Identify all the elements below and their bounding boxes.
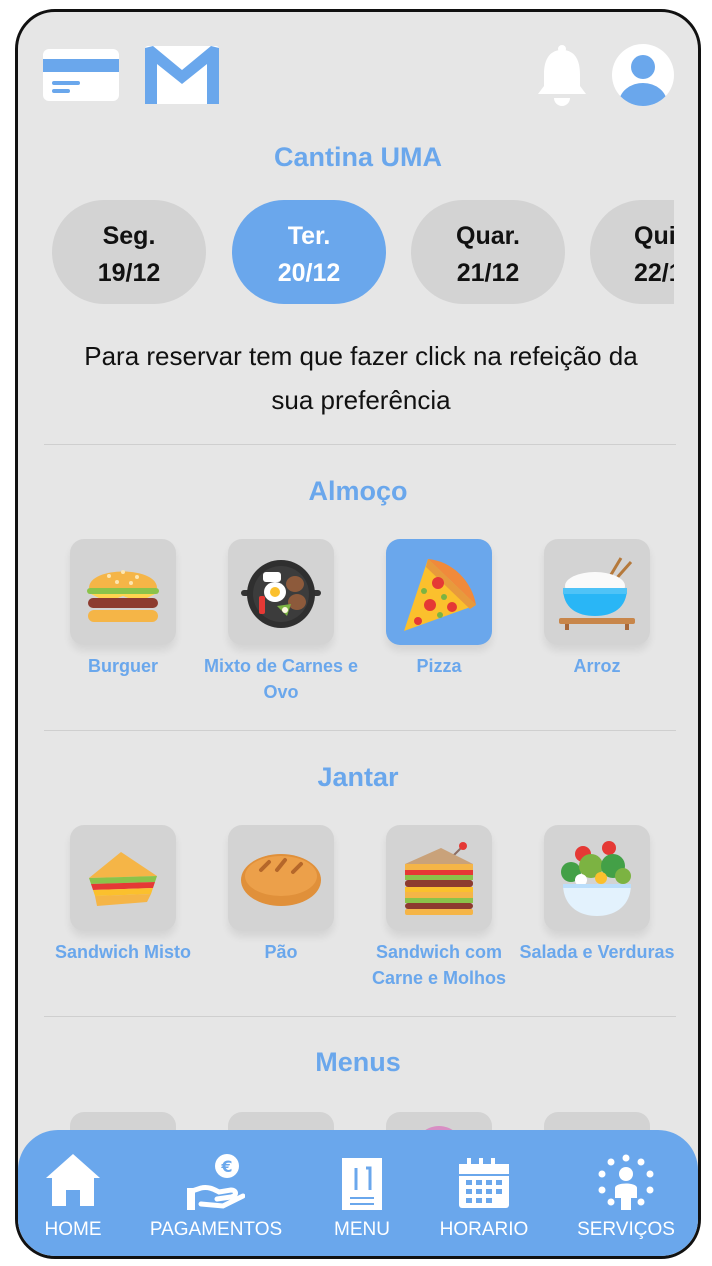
section-title-dinner: Jantar [317,762,399,792]
food-label: Salada e Verduras [519,942,675,962]
food-tile[interactable] [544,825,650,931]
day-name: Quar. [456,222,520,250]
food-item-salada[interactable]: Salada e Verduras [518,825,676,965]
nav-label: HORARIO [439,1219,529,1240]
food-tile[interactable] [228,539,334,645]
day-date: 20/12 [277,259,341,287]
food-item-mixto[interactable]: Mixto de Carnes e Ovo [202,539,360,705]
nav-label: HOME [44,1219,102,1240]
salad-bowl-icon [561,841,631,916]
nav-home[interactable]: HOME [28,1130,118,1256]
svg-text:€: € [220,1157,232,1176]
sandwich-icon [89,852,157,906]
reservation-instructions: Para reservar tem que fazer click na ref… [84,341,638,415]
section-title-lunch: Almoço [308,476,408,506]
food-label: Pão [264,942,298,962]
page-title: Cantina UMA [274,142,442,172]
euro-payment-icon: € [187,1154,245,1210]
home-icon [46,1154,100,1206]
calendar-icon [459,1158,509,1208]
divider [44,444,676,445]
bottom-navigation: HOME € PAGAMENTOS MENU HORARIO SERVIÇOS [18,1130,698,1256]
pizza-slice-icon [404,559,476,631]
avatar-icon[interactable] [611,43,675,107]
divider [44,1016,676,1017]
food-label: Sandwich com Carne e Molhos [371,942,507,988]
food-item-pizza[interactable]: Pizza [360,539,518,679]
day-chip-qui[interactable]: Qui 22/1 [590,200,674,304]
nav-pagamentos[interactable]: € PAGAMENTOS [144,1130,288,1256]
rice-bowl-icon [559,557,635,630]
food-item-pao[interactable]: Pão [202,825,360,965]
nav-horario[interactable]: HORARIO [436,1130,532,1256]
services-person-icon [598,1154,654,1210]
day-name: Seg. [102,222,156,250]
day-date: 21/12 [456,259,520,287]
food-item-sandwich-misto[interactable]: Sandwich Misto [44,825,202,965]
nav-label: MENU [334,1219,390,1240]
food-label: Arroz [573,656,621,676]
nav-servicos[interactable]: SERVIÇOS [574,1130,678,1256]
food-tile[interactable] [228,825,334,931]
nav-label: PAGAMENTOS [149,1219,283,1240]
day-chip-ter[interactable]: Ter. 20/12 [232,200,386,304]
food-tile[interactable] [544,539,650,645]
bell-icon[interactable] [536,44,588,106]
nav-menu[interactable]: MENU [322,1130,402,1256]
food-label: Sandwich Misto [54,942,191,962]
food-tile[interactable] [70,825,176,931]
phone-frame: Cantina UMA Seg. 19/12 Ter. 20/12 Quar. … [15,9,701,1259]
mixed-grill-pan-icon [241,560,321,628]
divider [44,730,676,731]
day-chip-quar[interactable]: Quar. 21/12 [411,200,565,304]
food-item-burguer[interactable]: Burguer [44,539,202,679]
section-title-menus: Menus [315,1047,401,1077]
card-icon[interactable] [43,49,119,101]
food-item-arroz[interactable]: Arroz [518,539,676,679]
food-label: Mixto de Carnes e Ovo [203,656,359,702]
day-selector[interactable]: Seg. 19/12 Ter. 20/12 Quar. 21/12 Qui 22… [52,200,674,304]
food-item-sandwich-carne[interactable]: Sandwich com Carne e Molhos [360,825,518,991]
day-date: 19/12 [97,259,161,287]
top-bar [18,12,698,122]
burger-icon [87,570,159,622]
food-tile[interactable] [70,539,176,645]
day-chip-seg[interactable]: Seg. 19/12 [52,200,206,304]
nav-label: SERVIÇOS [577,1219,675,1240]
mail-icon[interactable] [145,46,219,104]
day-name: Ter. [287,222,331,250]
food-tile[interactable] [386,825,492,931]
day-name: Qui [634,222,674,250]
food-label: Pizza [416,656,462,676]
bread-icon [241,854,321,906]
food-tile[interactable] [386,539,492,645]
food-label: Burguer [87,656,158,676]
club-sandwich-icon [405,842,473,915]
menu-card-icon [342,1158,382,1210]
day-date: 22/1 [634,259,674,287]
